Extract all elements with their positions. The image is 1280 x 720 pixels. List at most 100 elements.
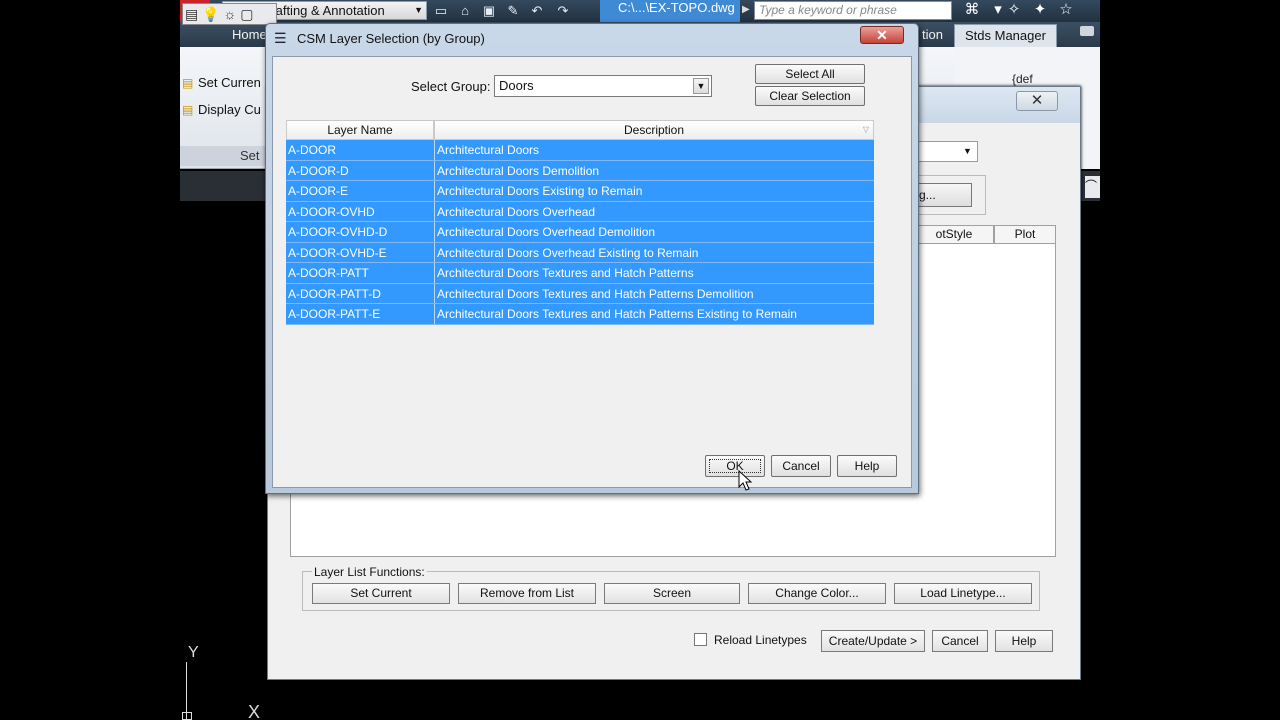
- binoculars-icon[interactable]: ⌘: [960, 0, 984, 22]
- plot-icon[interactable]: ✎: [502, 1, 524, 20]
- ribbon-right-text: {def: [1012, 72, 1033, 86]
- tab-stds-manager[interactable]: Stds Manager: [954, 24, 1057, 47]
- description-cell: Architectural Doors Textures and Hatch P…: [437, 266, 694, 280]
- reload-linetypes-label: Reload Linetypes: [714, 633, 807, 647]
- csm-layer-selection-dialog: ☰ CSM Layer Selection (by Group) ✕ Selec…: [265, 23, 919, 494]
- set-current-label: Set Curren: [198, 75, 261, 90]
- search-input[interactable]: Type a keyword or phrase: [754, 1, 952, 20]
- column-separator: [434, 140, 435, 160]
- description-cell: Architectural Doors Overhead: [437, 204, 596, 219]
- column-header-description[interactable]: Description ▽: [434, 120, 874, 140]
- toolbar-icon[interactable]: ⌒: [1085, 176, 1100, 198]
- select-all-button[interactable]: Select All: [755, 64, 865, 84]
- layer-properties-icon[interactable]: ▤: [185, 6, 198, 22]
- column-separator: [434, 263, 435, 283]
- sun-icon[interactable]: ☼: [223, 6, 236, 22]
- create-update-button[interactable]: Create/Update >: [821, 630, 925, 652]
- column-separator: [434, 283, 435, 303]
- layer-manager-partial-button[interactable]: g...: [912, 183, 972, 207]
- column-header-layer-name[interactable]: Layer Name: [286, 120, 434, 140]
- open-folder-icon[interactable]: ⌂: [454, 1, 476, 20]
- table-row[interactable]: A-DOOR-OVHD-D Architectural Doors Overhea…: [286, 222, 874, 243]
- layer-name-cell: A-DOOR-D: [288, 163, 349, 178]
- table-row[interactable]: A-DOOR-PATT-D Architectural Doors Texture…: [286, 283, 874, 304]
- set-current-ribbon-button[interactable]: ▤ Set Curren: [182, 73, 261, 93]
- column-separator: [434, 242, 435, 262]
- display-label: Display Cu: [198, 102, 261, 117]
- column-header-plotstyle[interactable]: otStyle: [914, 225, 994, 244]
- layers-icon: ☰: [274, 30, 287, 46]
- tab-partial[interactable]: tion: [914, 22, 951, 47]
- minimize-ribbon-icon[interactable]: [1080, 26, 1094, 36]
- description-cell: Architectural Doors Overhead Demolition: [437, 225, 656, 239]
- cancel-button[interactable]: Cancel: [932, 630, 988, 652]
- chevron-down-icon: ▼: [693, 78, 709, 94]
- clear-selection-button[interactable]: Clear Selection: [755, 86, 865, 106]
- undo-icon[interactable]: ↶: [526, 1, 548, 20]
- table-row[interactable]: A-DOOR-E Architectural Doors Existing to …: [286, 181, 874, 202]
- ucs-y-label: Y: [188, 644, 199, 661]
- file-title: C:\...\EX-TOPO.dwg: [600, 0, 740, 22]
- bulb-icon[interactable]: 💡: [202, 6, 219, 22]
- select-group-value: Doors: [499, 78, 534, 93]
- column-separator: [434, 160, 435, 180]
- layer-grid[interactable]: Layer Name Description ▽ A-DOOR Architect…: [286, 120, 874, 325]
- ucs-x-label: X: [248, 702, 261, 720]
- star-icon[interactable]: ☆: [1054, 0, 1078, 22]
- layer-icon: ▤: [182, 76, 194, 90]
- remove-from-list-button[interactable]: Remove from List: [458, 583, 596, 604]
- layer-name-cell: A-DOOR-PATT-E: [288, 307, 381, 321]
- layer-toolbar[interactable]: ▤ 💡 ☼ ▢: [182, 3, 277, 25]
- lock-icon[interactable]: ▢: [240, 6, 253, 22]
- dialog-cancel-button[interactable]: Cancel: [771, 455, 831, 477]
- chevron-down-icon: ▼: [963, 146, 972, 156]
- close-icon[interactable]: ✕: [860, 26, 904, 44]
- mouse-cursor-icon: [738, 470, 753, 491]
- ucs-origin: [182, 712, 192, 720]
- save-icon[interactable]: ▣: [478, 1, 500, 20]
- layer-name-cell: A-DOOR-E: [288, 184, 348, 198]
- select-group-dropdown[interactable]: Doors ▼: [494, 75, 712, 97]
- help-button[interactable]: Help: [995, 630, 1053, 652]
- layer-icon: ▤: [182, 103, 194, 117]
- select-group-label: Select Group:: [411, 79, 491, 94]
- column-separator: [434, 304, 435, 324]
- layer-manager-dropdown[interactable]: ▼: [916, 141, 978, 162]
- layer-name-cell: A-DOOR: [288, 143, 336, 157]
- reload-linetypes-checkbox[interactable]: [694, 633, 707, 646]
- table-row[interactable]: A-DOOR-PATT Architectural Doors Textures …: [286, 263, 874, 284]
- table-row[interactable]: A-DOOR-D Architectural Doors Demolition: [286, 160, 874, 181]
- description-cell: Architectural Doors Overhead Existing to…: [437, 245, 699, 260]
- description-cell: Architectural Doors Textures and Hatch P…: [437, 286, 754, 301]
- chevron-down-icon: ▼: [414, 5, 423, 15]
- ok-button[interactable]: OK: [705, 455, 765, 477]
- description-cell: Architectural Doors Demolition: [437, 163, 600, 178]
- table-row[interactable]: A-DOOR-PATT-E Architectural Doors Texture…: [286, 304, 874, 325]
- display-ribbon-button[interactable]: ▤ Display Cu: [182, 100, 261, 120]
- description-cell: Architectural Doors: [437, 143, 540, 157]
- table-row[interactable]: A-DOOR-OVHD Architectural Doors Overhead: [286, 201, 874, 222]
- layer-name-cell: A-DOOR-OVHD-D: [288, 225, 388, 239]
- description-header-label: Description: [623, 123, 685, 137]
- wrench-icon[interactable]: ✧: [1002, 0, 1026, 22]
- column-separator: [434, 181, 435, 201]
- close-icon[interactable]: ✕: [1016, 91, 1058, 111]
- new-file-icon[interactable]: ▭: [430, 1, 452, 20]
- change-color-button[interactable]: Change Color...: [748, 583, 886, 604]
- redo-icon[interactable]: ↷: [552, 1, 574, 20]
- sort-arrow-icon: ▽: [862, 125, 869, 134]
- dialog-title: CSM Layer Selection (by Group): [297, 31, 485, 46]
- layer-name-cell: A-DOOR-OVHD-E: [288, 245, 387, 260]
- set-current-button[interactable]: Set Current: [312, 583, 450, 604]
- table-row[interactable]: A-DOOR Architectural Doors: [286, 140, 874, 161]
- table-row[interactable]: A-DOOR-OVHD-E Architectural Doors Overhea…: [286, 242, 874, 263]
- load-linetype-button[interactable]: Load Linetype...: [894, 583, 1032, 604]
- description-cell: Architectural Doors Textures and Hatch P…: [437, 307, 797, 321]
- layer-list-functions-label: Layer List Functions:: [312, 565, 427, 579]
- dialog-help-button[interactable]: Help: [837, 455, 897, 477]
- screen-button[interactable]: Screen: [604, 583, 740, 604]
- column-separator: [434, 201, 435, 221]
- pin-icon[interactable]: ✦: [1028, 0, 1052, 22]
- column-header-plot[interactable]: Plot: [994, 225, 1056, 244]
- layer-name-cell: A-DOOR-OVHD: [288, 204, 375, 219]
